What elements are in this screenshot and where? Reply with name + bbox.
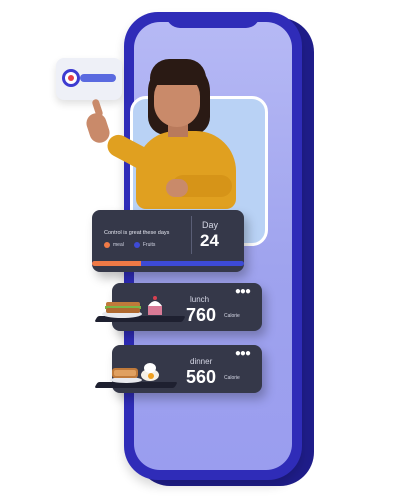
woman-illustration [80,55,260,215]
day-summary-card[interactable]: Control is great these days meal Fruits … [92,210,244,272]
phone-notch [166,12,260,28]
summary-caption: Control is great these days [104,230,170,236]
day-counter: Day 24 [191,216,234,254]
more-dots-icon[interactable]: ●●● [235,287,251,297]
progress-bar [92,261,244,266]
lunch-unit: Calorie [224,313,240,319]
fruits-legend-label: Fruits [142,242,156,248]
toast-egg-icon [110,363,159,383]
dinner-label: dinner [190,357,213,366]
lunch-label: lunch [190,295,210,304]
toggle-knob-icon[interactable] [62,69,80,87]
sandwich-icon [102,296,162,318]
fruits-legend-dot [133,242,140,248]
meal-legend-dot [104,242,110,248]
meal-legend-label: meal [113,242,124,248]
legend: meal Fruits [104,242,155,248]
day-label: Day [202,220,219,230]
progress-meal-fill [92,261,141,266]
day-number: 24 [200,231,219,250]
more-dots-icon[interactable]: ●●● [235,349,251,359]
lunch-calories: 760 [186,305,217,325]
dinner-unit: Calorie [224,375,240,381]
dinner-calories: 560 [186,367,217,387]
